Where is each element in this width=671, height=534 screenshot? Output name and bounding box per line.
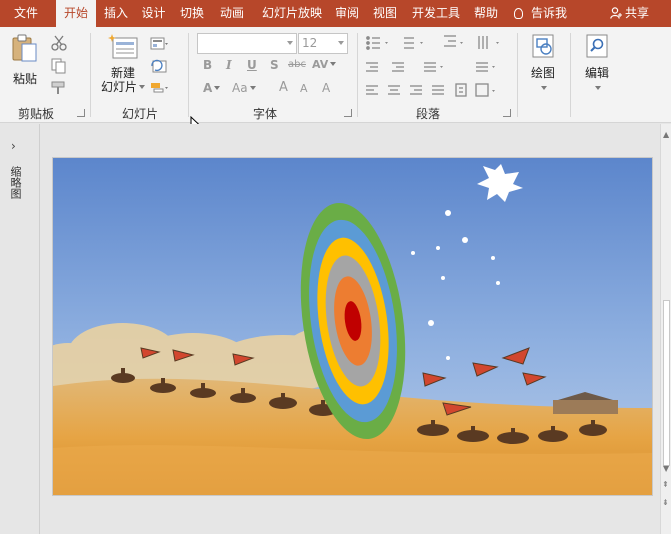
font-size-value: 12 xyxy=(302,36,318,50)
clipboard-launcher-icon[interactable] xyxy=(77,109,85,117)
person-add-icon xyxy=(610,7,622,19)
powerpoint-window: 文件 开始 插入 设计 切换 动画 幻灯片放映 审阅 视图 开发工具 帮助 告诉… xyxy=(0,0,671,534)
new-slide-label-1: 新建 xyxy=(110,66,135,80)
cut-icon[interactable] xyxy=(50,35,68,51)
tab-transitions[interactable]: 切换 xyxy=(172,0,212,27)
group-divider xyxy=(570,33,571,117)
scroll-down-icon[interactable]: ▼ xyxy=(663,464,669,473)
paste-button[interactable]: 粘贴 xyxy=(6,33,44,91)
new-slide-button[interactable]: 新建 幻灯片 xyxy=(96,33,150,99)
shrink-font-button[interactable]: A xyxy=(300,82,308,95)
find-icon xyxy=(586,34,608,58)
font-group-label: 字体 xyxy=(252,107,277,121)
tab-home[interactable]: 开始 xyxy=(56,0,96,27)
tell-me-search[interactable]: 告诉我 xyxy=(514,0,567,27)
layout-icon[interactable] xyxy=(150,36,168,52)
tab-insert[interactable]: 插入 xyxy=(97,0,135,27)
drawing-button[interactable]: 绘图 xyxy=(522,33,564,99)
new-slide-label-2: 幻灯片 xyxy=(96,80,150,94)
drawing-label: 绘图 xyxy=(530,66,555,80)
group-divider xyxy=(188,33,189,117)
grow-font-button[interactable]: A xyxy=(279,80,288,95)
font-color-button[interactable]: A xyxy=(203,81,221,95)
clipboard-group-label: 剪贴板 xyxy=(17,107,54,121)
ribbon-home: 粘贴 剪贴板 新建 幻灯片 幻灯片 12 B I U S abc AV A Aa… xyxy=(0,27,671,123)
chevron-right-icon[interactable]: › xyxy=(11,139,16,153)
tab-slideshow[interactable]: 幻灯片放映 xyxy=(252,0,332,27)
group-divider xyxy=(90,33,91,117)
tab-help[interactable]: 帮助 xyxy=(468,0,504,27)
chevron-down-icon xyxy=(287,41,293,45)
font-size-combo[interactable]: 12 xyxy=(298,33,348,54)
next-slide-icon[interactable]: ⇟ xyxy=(662,498,669,507)
change-case-button[interactable]: Aa xyxy=(232,81,256,95)
underline-button[interactable]: U xyxy=(247,58,257,72)
scrollbar-thumb[interactable] xyxy=(663,300,670,466)
shadow-button[interactable]: S xyxy=(270,58,279,72)
prev-slide-icon[interactable]: ⇞ xyxy=(662,480,669,489)
editing-button[interactable]: 编辑 xyxy=(576,33,618,99)
section-icon[interactable] xyxy=(150,80,168,96)
share-button[interactable]: 共享 xyxy=(610,0,649,27)
tab-file[interactable]: 文件 xyxy=(0,0,52,27)
strikethrough-button[interactable]: abc xyxy=(288,59,306,70)
scroll-up-icon[interactable]: ▲ xyxy=(663,130,669,139)
ribbon-tab-bar: 文件 开始 插入 设计 切换 动画 幻灯片放映 审阅 视图 开发工具 帮助 告诉… xyxy=(0,0,671,27)
tab-view[interactable]: 视图 xyxy=(366,0,404,27)
bold-button[interactable]: B xyxy=(203,58,212,72)
new-slide-icon xyxy=(108,34,138,59)
thumbnails-label: 缩略图 xyxy=(9,166,22,199)
chevron-down-icon xyxy=(541,86,547,90)
tell-me-label: 告诉我 xyxy=(531,6,568,20)
paragraph-group-label: 段落 xyxy=(415,107,440,121)
tab-review[interactable]: 审阅 xyxy=(330,0,364,27)
chevron-down-icon xyxy=(595,86,601,90)
paragraph-tools[interactable] xyxy=(364,33,514,103)
font-name-combo[interactable] xyxy=(197,33,297,54)
font-launcher-icon[interactable] xyxy=(344,109,352,117)
lightbulb-icon xyxy=(514,8,523,19)
paste-label: 粘贴 xyxy=(12,72,37,86)
clear-formatting-button[interactable]: A xyxy=(322,81,330,95)
vertical-scrollbar[interactable]: ▲ ▼ ⇞ ⇟ xyxy=(660,124,671,534)
slide-artwork xyxy=(53,158,652,495)
tab-design[interactable]: 设计 xyxy=(135,0,172,27)
tab-animations[interactable]: 动画 xyxy=(212,0,252,27)
char-spacing-button[interactable]: AV xyxy=(312,58,337,71)
group-divider xyxy=(357,33,358,117)
slide-canvas[interactable] xyxy=(52,157,653,496)
slides-group-label: 幻灯片 xyxy=(121,107,158,121)
format-painter-icon[interactable] xyxy=(50,80,68,96)
paste-icon xyxy=(12,34,37,62)
group-divider xyxy=(517,33,518,117)
copy-icon[interactable] xyxy=(50,58,68,74)
chevron-down-icon xyxy=(338,41,344,45)
italic-button[interactable]: I xyxy=(226,58,232,72)
editing-label: 编辑 xyxy=(584,66,609,80)
share-label: 共享 xyxy=(625,6,650,20)
tab-developer[interactable]: 开发工具 xyxy=(404,0,468,27)
thumbnail-panel[interactable]: › 缩略图 xyxy=(0,124,40,534)
shapes-icon xyxy=(532,34,554,58)
paragraph-launcher-icon[interactable] xyxy=(503,109,511,117)
reset-icon[interactable] xyxy=(150,58,168,74)
